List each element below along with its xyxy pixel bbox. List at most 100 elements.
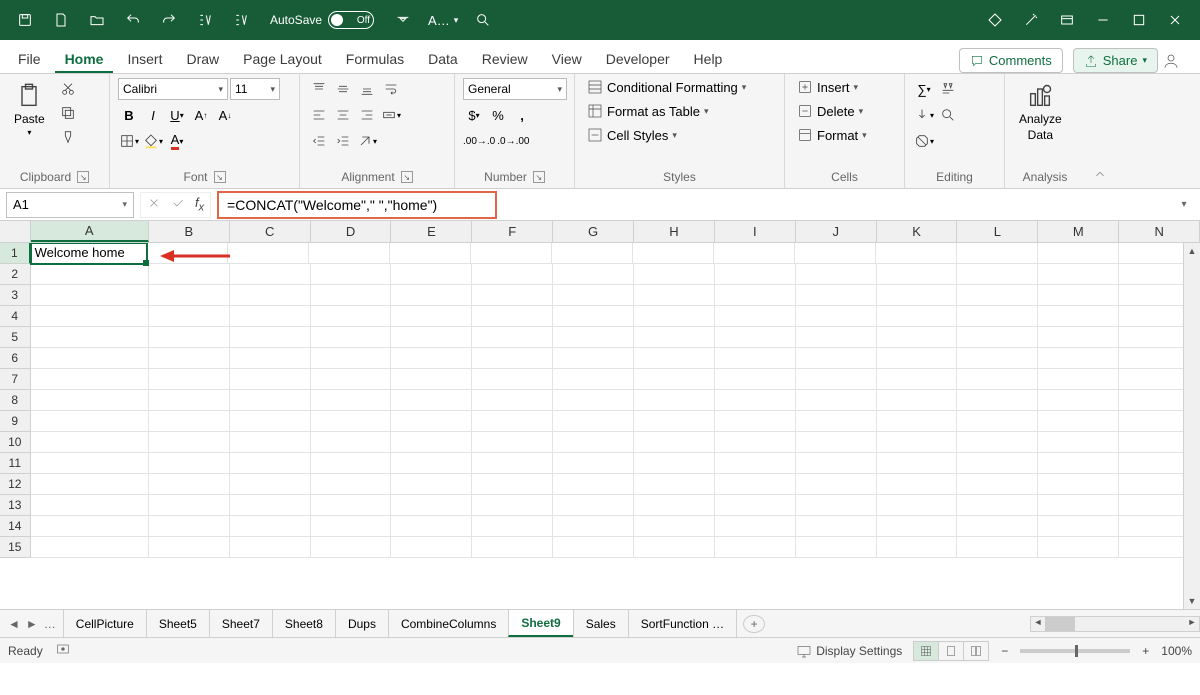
cell-E1[interactable] bbox=[390, 243, 471, 264]
col-header-C[interactable]: C bbox=[230, 221, 311, 242]
ribbon-mode-icon[interactable] bbox=[1050, 3, 1084, 37]
diamond-icon[interactable] bbox=[978, 3, 1012, 37]
cell-H3[interactable] bbox=[634, 285, 715, 306]
cell-G15[interactable] bbox=[553, 537, 634, 558]
cell-G6[interactable] bbox=[553, 348, 634, 369]
col-header-L[interactable]: L bbox=[957, 221, 1038, 242]
col-header-E[interactable]: E bbox=[391, 221, 472, 242]
cell-C15[interactable] bbox=[230, 537, 311, 558]
cell-D9[interactable] bbox=[311, 411, 392, 432]
search-icon[interactable] bbox=[466, 3, 500, 37]
format-as-table-button[interactable]: Format as Table▾ bbox=[583, 102, 750, 120]
cell-L14[interactable] bbox=[957, 516, 1038, 537]
col-header-D[interactable]: D bbox=[311, 221, 392, 242]
cell-I10[interactable] bbox=[715, 432, 796, 453]
italic-button[interactable]: I bbox=[142, 104, 164, 126]
cell-H15[interactable] bbox=[634, 537, 715, 558]
increase-indent-icon[interactable] bbox=[332, 130, 354, 152]
cell-C7[interactable] bbox=[230, 369, 311, 390]
align-top-icon[interactable] bbox=[308, 78, 330, 100]
cell-E3[interactable] bbox=[391, 285, 472, 306]
decrease-font-icon[interactable]: A↓ bbox=[214, 104, 236, 126]
cell-H6[interactable] bbox=[634, 348, 715, 369]
cell-F12[interactable] bbox=[472, 474, 553, 495]
cell-J13[interactable] bbox=[796, 495, 877, 516]
cell-A8[interactable] bbox=[31, 390, 149, 411]
cell-M15[interactable] bbox=[1038, 537, 1119, 558]
cell-B3[interactable] bbox=[149, 285, 230, 306]
cell-K3[interactable] bbox=[877, 285, 958, 306]
sort-asc-icon[interactable] bbox=[188, 3, 222, 37]
decrease-decimal-icon[interactable]: .0→.00 bbox=[497, 130, 529, 152]
sheet-nav-next[interactable]: ► bbox=[26, 617, 38, 631]
cell-K12[interactable] bbox=[877, 474, 958, 495]
cell-H4[interactable] bbox=[634, 306, 715, 327]
sheet-tab-Sheet9[interactable]: Sheet9 bbox=[508, 610, 573, 637]
cell-K5[interactable] bbox=[877, 327, 958, 348]
sheet-tab-Sales[interactable]: Sales bbox=[573, 610, 629, 637]
formula-input[interactable]: =CONCAT("Welcome"," ","home") bbox=[217, 191, 497, 219]
cell-B10[interactable] bbox=[149, 432, 230, 453]
cell-G11[interactable] bbox=[553, 453, 634, 474]
cell-H5[interactable] bbox=[634, 327, 715, 348]
tab-draw[interactable]: Draw bbox=[176, 45, 229, 73]
cell-I11[interactable] bbox=[715, 453, 796, 474]
cell-B14[interactable] bbox=[149, 516, 230, 537]
autosave-toggle[interactable]: AutoSave Off bbox=[270, 11, 374, 29]
fill-icon[interactable]: ▾ bbox=[913, 104, 935, 126]
conditional-formatting-button[interactable]: Conditional Formatting▾ bbox=[583, 78, 750, 96]
sheet-tab-Dups[interactable]: Dups bbox=[335, 610, 389, 637]
cell-G10[interactable] bbox=[553, 432, 634, 453]
cell-B2[interactable] bbox=[149, 264, 230, 285]
cell-B4[interactable] bbox=[149, 306, 230, 327]
cell-H10[interactable] bbox=[634, 432, 715, 453]
sheet-nav-prev[interactable]: ◄ bbox=[8, 617, 20, 631]
row-header-6[interactable]: 6 bbox=[0, 348, 31, 369]
col-header-I[interactable]: I bbox=[715, 221, 796, 242]
cell-K9[interactable] bbox=[877, 411, 958, 432]
cell-F2[interactable] bbox=[472, 264, 553, 285]
cell-C14[interactable] bbox=[230, 516, 311, 537]
tab-review[interactable]: Review bbox=[472, 45, 538, 73]
cell-G8[interactable] bbox=[553, 390, 634, 411]
clear-icon[interactable]: ▾ bbox=[913, 130, 935, 152]
cell-D11[interactable] bbox=[311, 453, 392, 474]
view-page-layout-icon[interactable] bbox=[938, 641, 964, 661]
cell-A12[interactable] bbox=[31, 474, 149, 495]
cell-F6[interactable] bbox=[472, 348, 553, 369]
cell-L13[interactable] bbox=[957, 495, 1038, 516]
cell-A5[interactable] bbox=[31, 327, 149, 348]
col-header-N[interactable]: N bbox=[1119, 221, 1200, 242]
cell-C10[interactable] bbox=[230, 432, 311, 453]
cell-D2[interactable] bbox=[311, 264, 392, 285]
cell-A10[interactable] bbox=[31, 432, 149, 453]
cell-B11[interactable] bbox=[149, 453, 230, 474]
sheet-tab-CombineColumns[interactable]: CombineColumns bbox=[388, 610, 509, 637]
cell-J2[interactable] bbox=[796, 264, 877, 285]
paste-button[interactable]: Paste ▾ bbox=[8, 78, 51, 141]
name-box[interactable]: A1 ▾ bbox=[6, 192, 134, 218]
cell-D8[interactable] bbox=[311, 390, 392, 411]
cell-C5[interactable] bbox=[230, 327, 311, 348]
select-all-corner[interactable] bbox=[0, 221, 31, 242]
cell-C3[interactable] bbox=[230, 285, 311, 306]
cell-F14[interactable] bbox=[472, 516, 553, 537]
sheet-tab-CellPicture[interactable]: CellPicture bbox=[63, 610, 147, 637]
cell-E14[interactable] bbox=[391, 516, 472, 537]
row-header-1[interactable]: 1 bbox=[0, 243, 31, 264]
cell-D10[interactable] bbox=[311, 432, 392, 453]
cell-D14[interactable] bbox=[311, 516, 392, 537]
tab-page-layout[interactable]: Page Layout bbox=[233, 45, 332, 73]
cell-L9[interactable] bbox=[957, 411, 1038, 432]
tab-data[interactable]: Data bbox=[418, 45, 468, 73]
cell-G3[interactable] bbox=[553, 285, 634, 306]
cell-I2[interactable] bbox=[715, 264, 796, 285]
cell-A13[interactable] bbox=[31, 495, 149, 516]
wrap-text-icon[interactable] bbox=[380, 78, 402, 100]
cell-K2[interactable] bbox=[877, 264, 958, 285]
tab-view[interactable]: View bbox=[542, 45, 592, 73]
maximize-icon[interactable] bbox=[1122, 3, 1156, 37]
cell-I13[interactable] bbox=[715, 495, 796, 516]
row-header-3[interactable]: 3 bbox=[0, 285, 31, 306]
cell-E8[interactable] bbox=[391, 390, 472, 411]
